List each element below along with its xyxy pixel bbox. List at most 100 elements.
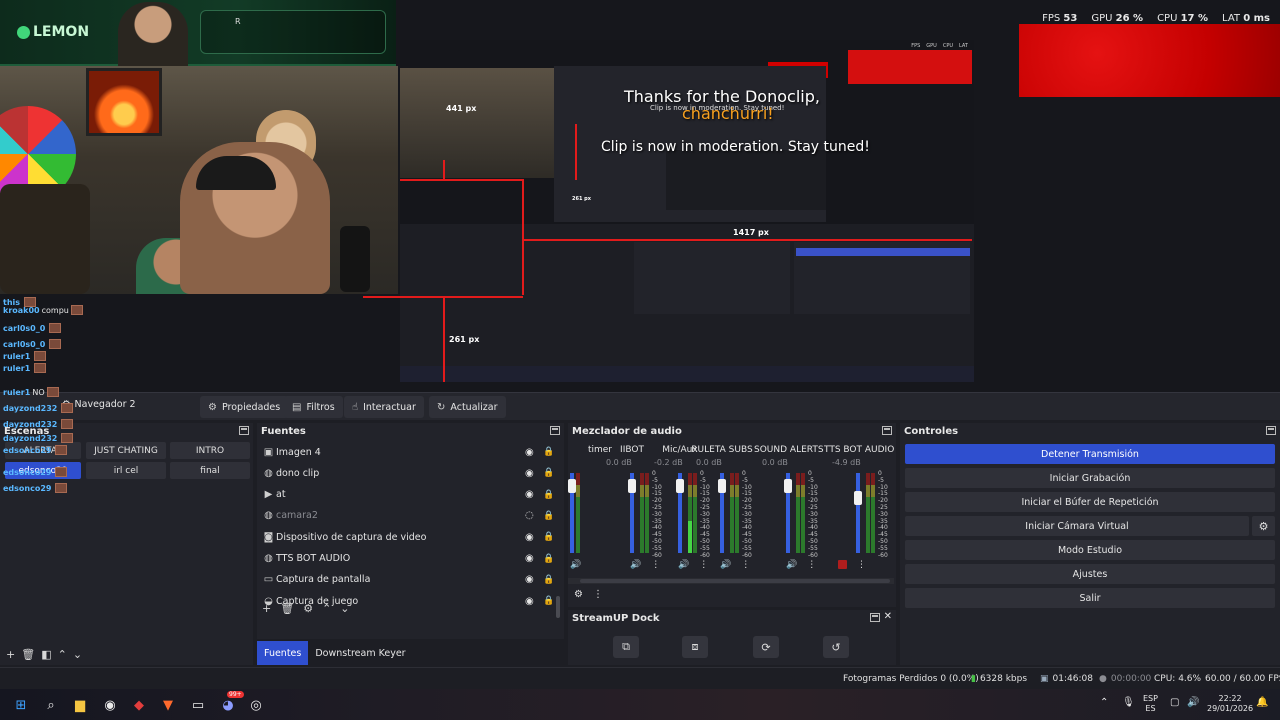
- start-recording-button[interactable]: Iniciar Grabación: [905, 468, 1275, 488]
- streamup-lock-all-button[interactable]: ⧈: [682, 636, 708, 658]
- source-item[interactable]: ◍ dono clip ◉ 🔒: [261, 463, 554, 483]
- windows-start-icon[interactable]: ⊞: [11, 695, 31, 715]
- eye-icon[interactable]: ◉: [525, 468, 539, 479]
- close-icon[interactable]: ✕: [884, 611, 892, 622]
- app-window-icon[interactable]: ▭: [188, 695, 208, 715]
- lock-icon[interactable]: 🔒: [543, 575, 554, 585]
- refresh-button[interactable]: ↻ Actualizar: [429, 396, 506, 418]
- lock-icon[interactable]: 🔒: [543, 554, 554, 564]
- tab-fuentes[interactable]: Fuentes: [257, 641, 309, 665]
- microphone-icon[interactable]: 🎙: [1122, 698, 1135, 708]
- source-name: camara2: [276, 510, 318, 522]
- undock-icon[interactable]: [882, 426, 892, 435]
- mixer-scrollbar[interactable]: [580, 579, 890, 583]
- menu-icon[interactable]: ⋮: [593, 589, 603, 600]
- exit-button[interactable]: Salir: [905, 588, 1275, 608]
- virtual-camera-settings-button[interactable]: ⚙: [1252, 516, 1275, 536]
- gear-icon[interactable]: ⚙: [303, 602, 313, 615]
- fader-knob[interactable]: [568, 479, 576, 493]
- nested-stats: FPS GPU CPU LAT: [911, 43, 968, 49]
- undock-icon[interactable]: [870, 613, 880, 622]
- search-icon[interactable]: ⌕: [41, 695, 61, 715]
- eye-icon[interactable]: ◉: [525, 489, 539, 500]
- streamup-refresh-audio-button[interactable]: ⟳: [753, 636, 779, 658]
- speaker-icon[interactable]: 🔊: [570, 560, 581, 570]
- lock-icon[interactable]: 🔒: [543, 532, 554, 542]
- file-explorer-icon[interactable]: ▆: [70, 695, 90, 715]
- scene-just-chating[interactable]: JUST CHATING: [86, 442, 166, 459]
- app-red-icon[interactable]: ◆: [129, 695, 149, 715]
- eye-icon[interactable]: ◉: [525, 532, 539, 543]
- eye-icon[interactable]: ◉: [525, 553, 539, 564]
- menu-icon[interactable]: ⋮: [741, 560, 750, 570]
- volume-fader[interactable]: [856, 473, 860, 553]
- interact-button[interactable]: ☝ Interactuar: [344, 396, 424, 418]
- network-icon[interactable]: ▢: [1170, 698, 1179, 708]
- scene-intro[interactable]: INTRO: [170, 442, 250, 459]
- eye-hidden-icon[interactable]: ◌: [525, 510, 539, 521]
- tray-chevron-icon[interactable]: ⌃: [1100, 698, 1108, 708]
- menu-icon[interactable]: ⋮: [807, 560, 816, 570]
- eye-icon[interactable]: ◉: [525, 574, 539, 585]
- undock-icon[interactable]: [550, 426, 560, 435]
- language-indicator[interactable]: ESP ES: [1143, 694, 1158, 714]
- streamup-lock-sources-button[interactable]: ⧉: [613, 636, 639, 658]
- properties-button[interactable]: ⚙ Propiedades: [200, 396, 289, 418]
- speaker-icon[interactable]: 🔊: [786, 560, 797, 570]
- lock-icon[interactable]: 🔒: [543, 468, 554, 478]
- move-up-icon[interactable]: ⌃: [58, 648, 67, 661]
- source-item[interactable]: ◍ camara2 ◌ 🔒: [261, 506, 554, 526]
- lock-icon[interactable]: 🔒: [543, 596, 554, 606]
- undock-icon[interactable]: [1266, 426, 1276, 435]
- scene-final[interactable]: final: [170, 462, 250, 479]
- menu-icon[interactable]: ⋮: [857, 560, 866, 570]
- stop-streaming-button[interactable]: Detener Transmisión: [905, 444, 1275, 464]
- gaming-chair: [0, 184, 90, 294]
- lock-icon[interactable]: 🔒: [543, 511, 554, 521]
- speaker-icon[interactable]: 🔊: [720, 560, 731, 570]
- fader-knob[interactable]: [854, 491, 862, 505]
- muted-icon[interactable]: [838, 560, 847, 569]
- add-icon[interactable]: +: [6, 648, 15, 661]
- notifications-icon[interactable]: 🔔: [1256, 698, 1268, 708]
- lock-icon[interactable]: 🔒: [543, 447, 554, 457]
- fader-knob[interactable]: [676, 479, 684, 493]
- eye-icon[interactable]: ◉: [525, 596, 539, 607]
- fader-knob[interactable]: [628, 479, 636, 493]
- advanced-audio-icon[interactable]: ⚙: [574, 589, 583, 600]
- streamup-refresh-browser-button[interactable]: ↺: [823, 636, 849, 658]
- scene-irl-cel[interactable]: irl cel: [86, 462, 166, 479]
- clock[interactable]: 22:22 29/01/2026: [1207, 694, 1253, 714]
- studio-mode-button[interactable]: Modo Estudio: [905, 540, 1275, 560]
- settings-button[interactable]: Ajustes: [905, 564, 1275, 584]
- program-preview[interactable]: LEMON R FPS GPU CPU LAT 441 px 1417 px 2…: [0, 0, 1280, 392]
- move-down-icon[interactable]: ⌄: [73, 648, 82, 661]
- undock-icon[interactable]: [239, 426, 249, 435]
- source-item[interactable]: ◙ Dispositivo de captura de video ◉ 🔒: [261, 527, 555, 547]
- volume-icon[interactable]: 🔊: [1187, 698, 1199, 708]
- filter-icon[interactable]: ◧: [41, 648, 51, 661]
- speaker-icon[interactable]: 🔊: [630, 560, 641, 570]
- filters-button[interactable]: ▤ Filtros: [284, 396, 343, 418]
- sources-scrollbar[interactable]: [556, 596, 560, 618]
- add-icon[interactable]: +: [262, 602, 271, 615]
- lock-icon[interactable]: 🔒: [543, 490, 554, 500]
- move-down-icon[interactable]: ⌄: [340, 602, 349, 615]
- obs-secondary-icon[interactable]: ◎: [246, 695, 266, 715]
- source-item[interactable]: ▣ Imagen 4 ◉ 🔒: [261, 442, 554, 462]
- source-item[interactable]: ▭ Captura de pantalla ◉ 🔒: [261, 570, 554, 590]
- replay-buffer-button[interactable]: Iniciar el Búfer de Repetición: [905, 492, 1275, 512]
- source-item[interactable]: ◍ TTS BOT AUDIO ◉ 🔒: [261, 549, 554, 569]
- virtual-camera-button[interactable]: Iniciar Cámara Virtual: [905, 516, 1249, 536]
- fader-knob[interactable]: [784, 479, 792, 493]
- source-item[interactable]: ▶ at ◉ 🔒: [261, 485, 555, 505]
- discord-icon[interactable]: ◕: [218, 695, 238, 715]
- brave-browser-icon[interactable]: ▼: [158, 695, 178, 715]
- eye-icon[interactable]: ◉: [525, 447, 539, 458]
- move-up-icon[interactable]: ⌃: [322, 602, 331, 615]
- tab-downstream-keyer[interactable]: Downstream Keyer: [308, 641, 412, 665]
- fader-knob[interactable]: [718, 479, 726, 493]
- delete-icon[interactable]: 🗑: [280, 602, 294, 615]
- obs-icon[interactable]: ◉: [100, 695, 120, 715]
- delete-icon[interactable]: 🗑: [21, 648, 35, 661]
